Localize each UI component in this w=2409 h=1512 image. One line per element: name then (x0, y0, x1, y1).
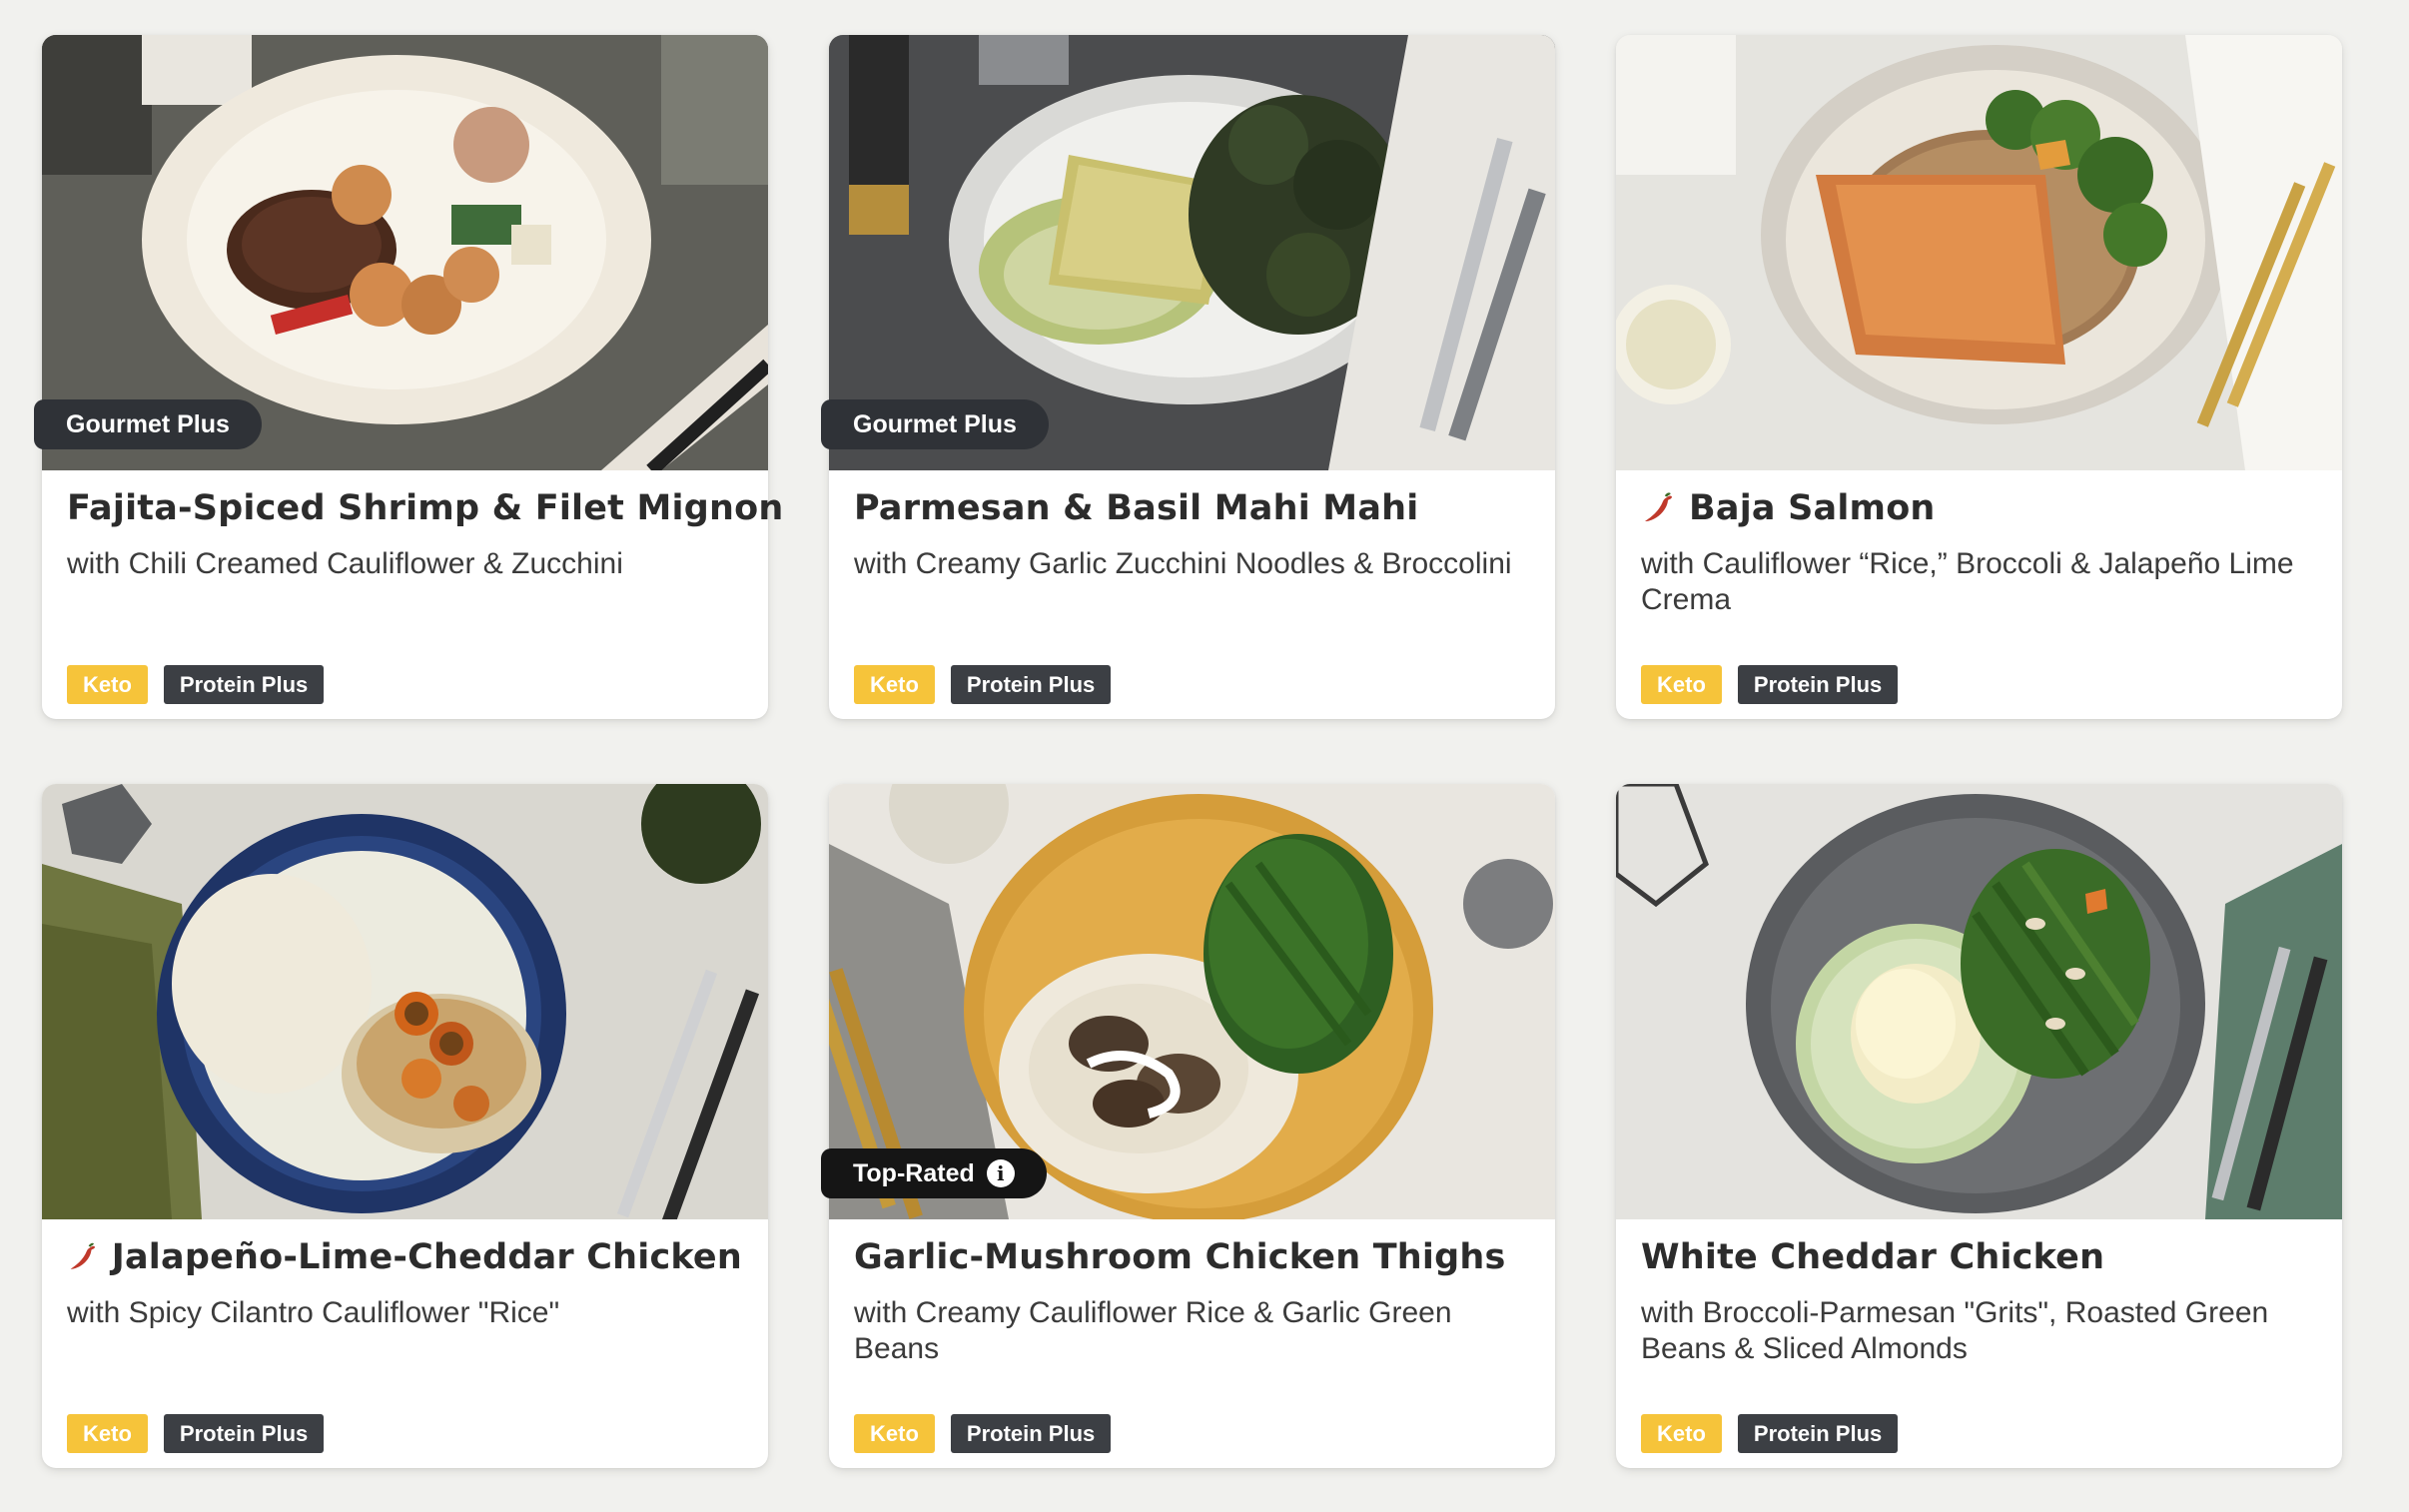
meal-card[interactable]: White Cheddar Chicken with Broccoli-Parm… (1616, 784, 2342, 1468)
meal-subtitle: with Creamy Garlic Zucchini Noodles & Br… (854, 547, 1512, 580)
meal-tags: Keto Protein Plus (1641, 665, 1899, 704)
keto-tag: Keto (854, 665, 935, 704)
info-icon[interactable]: i (986, 1159, 1015, 1187)
meal-title[interactable]: Garlic-Mushroom Chicken Thighs (854, 1233, 1529, 1281)
meal-title[interactable]: Parmesan & Basil Mahi Mahi (854, 484, 1529, 532)
meal-title-text: Fajita-Spiced Shrimp & Filet Mignon (67, 488, 784, 528)
meal-title[interactable]: Jalapeño-Lime-Cheddar Chicken (67, 1233, 742, 1281)
keto-tag: Keto (1641, 665, 1722, 704)
meal-card[interactable]: Jalapeño-Lime-Cheddar Chicken with Spicy… (42, 784, 768, 1468)
keto-tag: Keto (67, 1414, 148, 1453)
gourmet-plus-badge: Gourmet Plus (34, 399, 262, 449)
meal-subtitle: with Creamy Cauliflower Rice & Garlic Gr… (854, 1296, 1452, 1365)
chili-pepper-icon (70, 1242, 96, 1269)
protein-plus-tag: Protein Plus (1737, 665, 1899, 704)
meal-subtitle: with Broccoli-Parmesan "Grits", Roasted … (1641, 1296, 2269, 1365)
meal-title-text: Jalapeño-Lime-Cheddar Chicken (111, 1237, 742, 1277)
meal-title[interactable]: Baja Salmon (1641, 484, 2316, 532)
plate-salmon-rice-image (1616, 35, 2342, 470)
protein-plus-tag: Protein Plus (950, 665, 1112, 704)
protein-plus-tag: Protein Plus (163, 1414, 325, 1453)
meal-card[interactable]: Gourmet Plus Parmesan & Basil Mahi Mahi … (821, 35, 1555, 719)
meal-title[interactable]: White Cheddar Chicken (1641, 1233, 2316, 1281)
plate-chicken-greenbeans-image (1616, 784, 2342, 1219)
meal-subtitle: with Chili Creamed Cauliflower & Zucchin… (67, 547, 623, 580)
protein-plus-tag: Protein Plus (950, 1414, 1112, 1453)
meal-info: Garlic-Mushroom Chicken Thighs with Crea… (829, 1219, 1555, 1482)
plate-chicken-jalapeno-image (42, 784, 768, 1219)
meal-photo[interactable] (1616, 784, 2342, 1219)
meal-info: Baja Salmon with Cauliflower “Rice,” Bro… (1616, 470, 2342, 733)
meal-info: Jalapeño-Lime-Cheddar Chicken with Spicy… (42, 1219, 768, 1482)
meal-info: Parmesan & Basil Mahi Mahi with Creamy G… (829, 470, 1555, 733)
meal-card[interactable]: Top-Rated i Garlic-Mushroom Chicken Thig… (821, 784, 1555, 1468)
keto-tag: Keto (854, 1414, 935, 1453)
keto-tag: Keto (67, 665, 148, 704)
meal-title-text: Parmesan & Basil Mahi Mahi (854, 488, 1419, 528)
meal-title-text: Baja Salmon (1689, 488, 1936, 528)
meal-photo[interactable] (1616, 35, 2342, 470)
meal-title[interactable]: Fajita-Spiced Shrimp & Filet Mignon (67, 484, 783, 532)
meal-tags: Keto Protein Plus (1641, 1414, 1899, 1453)
meal-title-text: White Cheddar Chicken (1641, 1237, 2105, 1277)
gourmet-plus-badge: Gourmet Plus (821, 399, 1049, 449)
meal-tags: Keto Protein Plus (854, 1414, 1112, 1453)
meal-grid: Gourmet Plus Fajita-Spiced Shrimp & File… (34, 35, 2342, 1468)
meal-info: White Cheddar Chicken with Broccoli-Parm… (1616, 1219, 2342, 1482)
meal-tags: Keto Protein Plus (67, 1414, 325, 1453)
protein-plus-tag: Protein Plus (163, 665, 325, 704)
meal-card[interactable]: Gourmet Plus Fajita-Spiced Shrimp & File… (34, 35, 783, 719)
meal-card[interactable]: Baja Salmon with Cauliflower “Rice,” Bro… (1616, 35, 2342, 719)
meal-subtitle: with Spicy Cilantro Cauliflower "Rice" (67, 1296, 560, 1329)
meal-subtitle: with Cauliflower “Rice,” Broccoli & Jala… (1641, 547, 2294, 616)
meal-photo[interactable] (42, 784, 768, 1219)
meal-tags: Keto Protein Plus (67, 665, 325, 704)
meal-info: Fajita-Spiced Shrimp & Filet Mignon with… (42, 470, 783, 733)
meal-title-text: Garlic-Mushroom Chicken Thighs (854, 1237, 1506, 1277)
chili-pepper-icon (1645, 492, 1672, 521)
protein-plus-tag: Protein Plus (1737, 1414, 1899, 1453)
top-rated-label: Top-Rated (853, 1159, 975, 1187)
keto-tag: Keto (1641, 1414, 1722, 1453)
top-rated-badge[interactable]: Top-Rated i (821, 1148, 1047, 1198)
meal-tags: Keto Protein Plus (854, 665, 1112, 704)
